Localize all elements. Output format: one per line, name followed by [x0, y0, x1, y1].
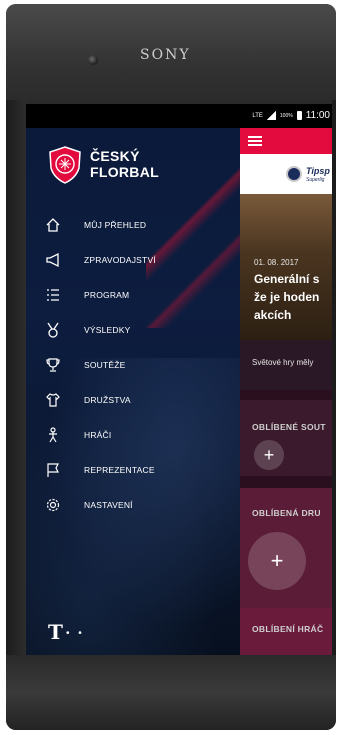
menu-item-label: NASTAVENÍ: [84, 500, 133, 510]
jersey-icon: [44, 391, 62, 409]
menu-item-vysledky[interactable]: VÝSLEDKY: [26, 315, 240, 345]
medal-icon: [44, 321, 62, 339]
partner-subtitle: Superlig: [306, 177, 325, 183]
trophy-icon: [44, 356, 62, 374]
device-brand: SONY: [140, 47, 191, 63]
front-camera: [88, 55, 98, 65]
signal-icon: [266, 111, 276, 120]
menu-item-reprezentace[interactable]: REPREZENTACE: [26, 455, 240, 485]
section-label: OBLÍBENÉ SOUT: [252, 422, 326, 432]
add-team-button[interactable]: +: [248, 532, 306, 590]
telekom-logo-icon: T: [48, 620, 63, 644]
menu-item-label: MŮJ PŘEHLED: [84, 220, 147, 230]
menu-item-program[interactable]: PROGRAM: [26, 280, 240, 310]
phone-bottom-bezel: [6, 655, 336, 730]
battery-icon: [296, 111, 302, 120]
menu-item-nastaveni[interactable]: NASTAVENÍ: [26, 490, 240, 520]
menu-item-zpravodajstvi[interactable]: ZPRAVODAJSTVÍ: [26, 245, 240, 275]
menu-item-label: ZPRAVODAJSTVÍ: [84, 255, 156, 265]
telekom-logo-dots: • •: [66, 628, 85, 639]
network-type: LTE: [252, 112, 263, 119]
section-label: OBLÍBENÁ DRU: [252, 508, 321, 518]
partner-logo-icon: [286, 166, 302, 182]
menu-item-hraci[interactable]: HRÁČI: [26, 420, 240, 450]
list-icon: [44, 286, 62, 304]
menu-item-label: PROGRAM: [84, 290, 130, 300]
brand-title-line1: ČESKÝ: [90, 148, 140, 164]
menu-item-druzstva[interactable]: DRUŽSTVA: [26, 385, 240, 415]
menu-item-label: SOUTĚŽE: [84, 360, 126, 370]
menu-item-label: DRUŽSTVA: [84, 395, 131, 405]
menu-item-label: HRÁČI: [84, 430, 112, 440]
menu-item-label: VÝSLEDKY: [84, 325, 131, 335]
add-competition-button[interactable]: +: [254, 440, 284, 470]
menu-icon[interactable]: [248, 136, 262, 146]
gear-icon: [44, 496, 62, 514]
status-bar: LTE 100% 11:00: [26, 104, 332, 128]
battery-percent: 100%: [279, 112, 293, 119]
news-excerpt: Světové hry měly: [252, 358, 314, 367]
brand-title: ČESKÝ FLORBAL: [90, 148, 159, 180]
flag-icon: [44, 461, 62, 479]
menu-item-muj-prehled[interactable]: MŮJ PŘEHLED: [26, 210, 240, 240]
cesky-florbal-logo-icon: [49, 146, 81, 184]
section-label: OBLÍBENÍ HRÁČ: [252, 624, 324, 634]
app-header: [240, 128, 332, 154]
menu-item-label: REPREZENTACE: [84, 465, 155, 475]
navigation-drawer: ČESKÝ FLORBAL MŮJ PŘEHLED ZPRAVODAJSTVÍ: [26, 128, 240, 655]
clock: 11:00: [305, 110, 330, 121]
section-favorite-competitions: [240, 400, 332, 476]
megaphone-icon: [44, 251, 62, 269]
player-icon: [44, 426, 62, 444]
brand-title-line2: FLORBAL: [90, 164, 159, 180]
home-icon: [44, 216, 62, 234]
menu-item-souteze[interactable]: SOUTĚŽE: [26, 350, 240, 380]
phone-left-edge: [6, 100, 26, 660]
news-date: 01. 08. 2017: [254, 258, 299, 267]
partner-name: Tipsp: [306, 166, 330, 176]
news-title[interactable]: Generální s že je hoden akcích: [254, 270, 332, 324]
screen: LTE 100% 11:00 Tipsp Superlig OBLÍBENÉ S…: [26, 104, 332, 655]
phone-right-edge: [332, 100, 336, 660]
